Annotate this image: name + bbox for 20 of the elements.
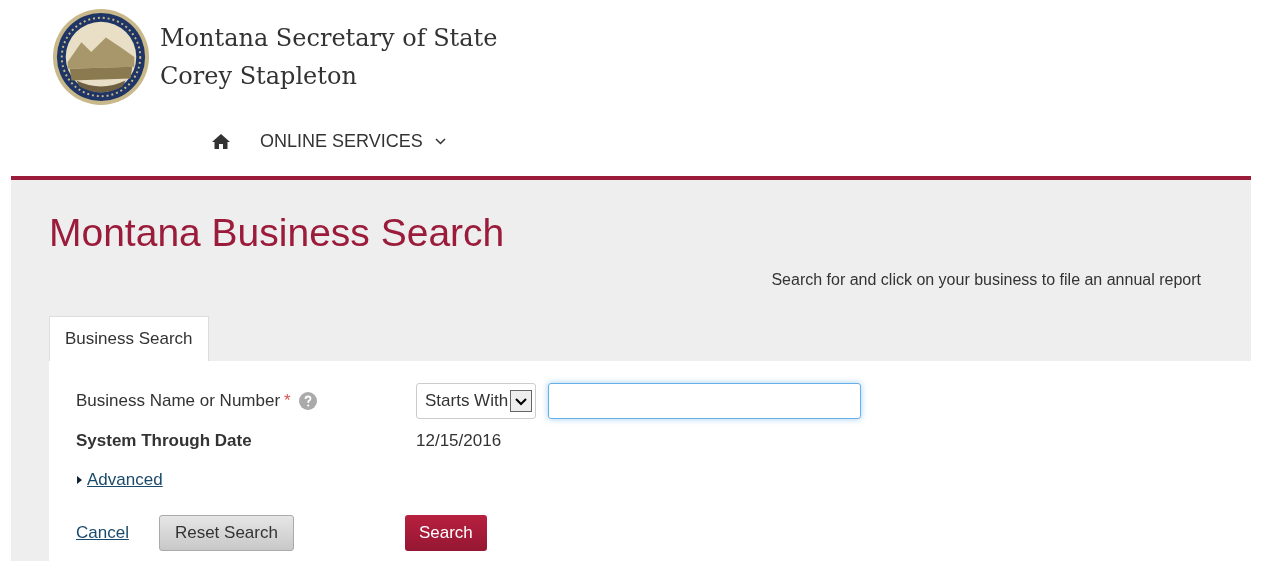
- tab[interactable]: Business Search: [49, 316, 209, 361]
- nav-menu[interactable]: ONLINE SERVICES: [260, 127, 446, 155]
- page-hint: Search for and click on your business to file an annual report: [771, 270, 1201, 290]
- reset-button[interactable]: Reset Search: [158, 514, 294, 551]
- advanced-link[interactable]: Advanced: [87, 467, 163, 493]
- required-mark: *: [284, 390, 291, 413]
- field-label: Business Name or Number: [76, 390, 281, 413]
- chevron-down-icon: [434, 137, 446, 145]
- site-title: Montana Secretary of State: [160, 23, 498, 54]
- chevron-down-icon: [510, 390, 533, 412]
- home-icon[interactable]: [212, 133, 230, 149]
- field-label: System Through Date: [76, 430, 253, 453]
- cancel-link[interactable]: Cancel: [76, 519, 129, 546]
- help-icon[interactable]: [298, 392, 317, 410]
- date-value: 12/15/2016: [416, 430, 502, 453]
- search-field[interactable]: [548, 383, 862, 419]
- site-subtitle: Corey Stapleton: [160, 61, 358, 92]
- match-dropdown[interactable]: Starts With: [416, 383, 537, 419]
- page-title: Montana Business Search: [49, 210, 506, 256]
- search-button[interactable]: Search: [404, 514, 487, 551]
